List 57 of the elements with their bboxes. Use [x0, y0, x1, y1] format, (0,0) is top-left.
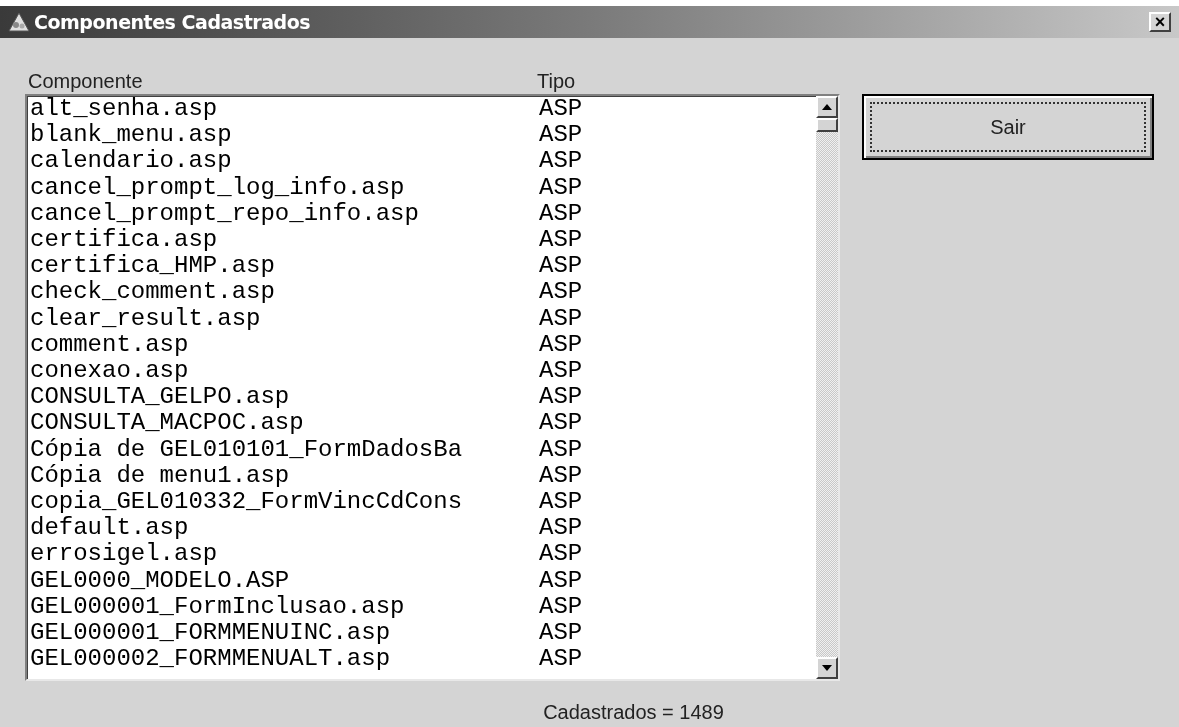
component-type[interactable]: ASP	[539, 148, 583, 175]
component-name[interactable]: GEL0000_MODELO.ASP	[30, 567, 539, 594]
component-name[interactable]: Cópia de GEL010101_FormDadosBa	[30, 436, 539, 463]
component-name[interactable]: default.asp	[30, 515, 539, 542]
component-name[interactable]: copia_GEL010332_FormVincCdCons	[30, 489, 539, 516]
component-type[interactable]: ASP	[539, 567, 583, 594]
vertical-scrollbar[interactable]	[816, 96, 838, 679]
record-count: Cadastrados = 1489	[543, 700, 724, 725]
component-name[interactable]: clear_result.asp	[30, 305, 539, 332]
component-type[interactable]: ASP	[539, 122, 583, 149]
component-name[interactable]: conexao.asp	[30, 358, 539, 385]
component-type[interactable]: ASP	[539, 174, 583, 201]
up-arrow-icon	[822, 104, 832, 110]
column-header: Tipo	[537, 70, 576, 92]
component-name[interactable]: certifica_HMP.asp	[30, 253, 539, 280]
component-type[interactable]: ASP	[539, 593, 583, 621]
component-name[interactable]: CONSULTA_GELPO.asp	[30, 384, 539, 411]
down-arrow-icon	[822, 665, 832, 671]
component-type[interactable]: ASP	[539, 96, 583, 123]
component-type[interactable]: ASP	[539, 331, 583, 359]
component-name[interactable]: cancel_prompt_repo_info.asp	[30, 200, 539, 227]
component-type[interactable]: ASP	[539, 436, 583, 463]
window-title: Componentes Cadastrados	[34, 9, 311, 35]
component-type[interactable]: ASP	[539, 253, 583, 280]
close-button[interactable]: ×	[1149, 12, 1171, 32]
component-name[interactable]: certifica.asp	[30, 227, 539, 254]
component-name[interactable]: cancel_prompt_log_info.asp	[30, 174, 539, 201]
component-type[interactable]: ASP	[539, 358, 583, 385]
component-name[interactable]: alt_senha.asp	[30, 96, 539, 123]
scroll-thumb[interactable]	[816, 118, 838, 132]
component-name[interactable]: comment.asp	[30, 331, 539, 359]
component-type[interactable]: ASP	[539, 384, 583, 411]
component-name[interactable]: check_comment.asp	[30, 279, 539, 306]
component-type[interactable]: ASP	[539, 489, 583, 516]
component-type[interactable]: ASP	[539, 200, 583, 227]
scroll-down-button[interactable]	[816, 657, 838, 679]
component-name[interactable]: errosigel.asp	[30, 541, 539, 568]
component-name[interactable]: Cópia de menu1.asp	[30, 462, 539, 490]
app-icon	[8, 12, 30, 32]
component-name[interactable]: CONSULTA_MACPOC.asp	[30, 410, 539, 437]
component-name[interactable]: GEL000002_FORMMENUALT.asp	[30, 646, 539, 673]
component-name[interactable]: GEL000001_FormInclusao.asp	[30, 593, 539, 621]
component-type[interactable]: ASP	[539, 646, 583, 673]
component-name[interactable]: calendario.asp	[30, 148, 539, 175]
component-type[interactable]: ASP	[539, 410, 583, 437]
component-type[interactable]: ASP	[539, 305, 583, 332]
column-header: Componente	[27, 70, 144, 92]
component-type[interactable]: ASP	[539, 462, 583, 490]
component-type[interactable]: ASP	[539, 227, 583, 254]
component-name[interactable]: GEL000001_FORMMENUINC.asp	[30, 620, 539, 647]
component-type[interactable]: ASP	[539, 515, 583, 542]
scroll-up-button[interactable]	[816, 96, 838, 118]
component-type[interactable]: ASP	[539, 541, 583, 568]
component-name[interactable]: blank_menu.asp	[30, 122, 539, 149]
exit-button[interactable]: Sair	[862, 94, 1154, 160]
component-type[interactable]: ASP	[539, 279, 583, 306]
component-type[interactable]: ASP	[539, 620, 583, 647]
